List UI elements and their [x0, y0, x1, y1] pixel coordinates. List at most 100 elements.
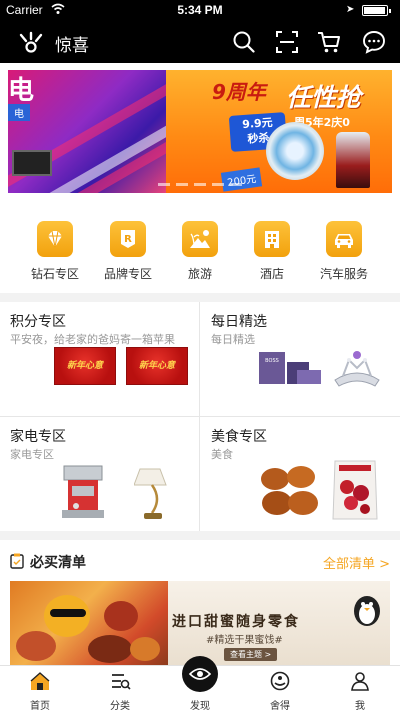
hotel-icon — [254, 221, 290, 257]
dried-fruit-image — [261, 466, 318, 515]
must-buy-section: 必买清单 全部清单 > 进口甜蜜随身零食 #精选干果蜜饯# 查看主题 > — [0, 540, 400, 665]
location-arrow-icon: ➤ — [346, 4, 355, 15]
tab-profile[interactable]: 我 — [320, 666, 400, 711]
zone-subtitle: 家电专区 — [10, 448, 54, 461]
banner-headline: 进口甜蜜随身零食 — [172, 614, 300, 630]
tv-image — [12, 150, 52, 176]
tab-home[interactable]: 首页 — [0, 666, 80, 711]
category-label: 品牌专区 — [103, 267, 152, 281]
promo-banner-section: 电 电 9周年 任性抢 周5年2庆0 9.9元 秒杀 200元 — [0, 63, 400, 201]
brand-text: BOSS — [265, 358, 279, 364]
carousel-dot[interactable] — [176, 183, 188, 186]
fruit-image — [88, 635, 132, 663]
clock: 5:34 PM — [177, 3, 223, 17]
message-icon[interactable] — [361, 29, 387, 55]
zone-daily-picks[interactable]: 每日精选 每日精选 BOSS — [201, 302, 400, 416]
discover-button — [182, 656, 218, 692]
category-travel[interactable]: 旅游 — [170, 221, 230, 282]
zone-title: 家电专区 — [10, 429, 66, 445]
fan-product-image — [266, 122, 324, 180]
tab-label: 首页 — [30, 701, 50, 711]
carousel-dot[interactable] — [212, 183, 224, 186]
category-brand[interactable]: R 品牌专区 — [98, 221, 158, 282]
zone-divider — [0, 416, 400, 417]
section-title: 必买清单 — [30, 555, 86, 571]
category-diamond[interactable]: 钻石专区 — [25, 221, 85, 282]
category-label: 钻石专区 — [30, 267, 79, 281]
anniversary-text: 9周年 — [212, 80, 266, 104]
towel-product-image: BOSS — [259, 352, 321, 384]
zone-points[interactable]: 积分专区 平安夜，给老家的爸妈寄一箱苹果 新年心意 新年心意 — [0, 302, 199, 416]
battery-icon — [362, 5, 391, 16]
carousel-dot[interactable] — [194, 183, 206, 186]
carousel-dot[interactable] — [230, 183, 242, 186]
promo-banner-carousel[interactable]: 电 电 9周年 任性抢 周5年2庆0 9.9元 秒杀 200元 — [8, 70, 392, 193]
carousel-dot[interactable] — [158, 183, 170, 186]
tab-label: 舍得 — [270, 701, 290, 711]
zone-title: 美食专区 — [211, 429, 267, 445]
zone-food[interactable]: 美食专区 美食 — [201, 417, 400, 531]
travel-icon — [182, 221, 218, 257]
app-logo-icon — [19, 31, 43, 53]
banner-slide-current: 9周年 任性抢 周5年2庆0 9.9元 秒杀 200元 — [166, 70, 392, 193]
zones-grid: 积分专区 平安夜，给老家的爸妈寄一箱苹果 新年心意 新年心意 每日精选 每日精选… — [0, 302, 400, 531]
category-hotel[interactable]: 酒店 — [242, 221, 302, 282]
top-nav-bar: 惊喜 — [0, 20, 400, 63]
tab-label: 发现 — [190, 701, 210, 711]
fruit-image — [130, 637, 160, 661]
scan-icon[interactable] — [274, 29, 300, 55]
banner-slide-previous: 电 电 — [8, 70, 215, 193]
penguin-mascot-image — [354, 596, 380, 626]
discover-icon — [189, 668, 211, 680]
view-theme-button[interactable]: 查看主题 > — [224, 648, 278, 661]
price-tag: 200元 — [220, 167, 263, 192]
tab-label: 我 — [355, 701, 365, 711]
category-label: 旅游 — [187, 267, 212, 281]
search-icon[interactable] — [231, 29, 257, 55]
page-title: 惊喜 — [55, 36, 89, 56]
zone-subtitle: 平安夜，给老家的爸妈寄一箱苹果 — [10, 333, 175, 346]
product-card-text: 新年心意 — [66, 361, 103, 371]
diamond-icon — [37, 221, 73, 257]
category-label: 汽车服务 — [319, 267, 368, 281]
profile-icon — [351, 672, 369, 691]
brand-icon: R — [110, 221, 146, 257]
fruit-image — [16, 631, 56, 661]
snacks-image — [10, 581, 168, 665]
juicer-product-image — [336, 132, 370, 188]
tab-discover[interactable]: 发现 — [160, 656, 240, 711]
zone-product-image: 新年心意 — [126, 347, 188, 385]
tiara-product-image — [334, 351, 380, 387]
zone-title: 积分专区 — [10, 314, 66, 330]
banner-left-tag: 电 — [8, 104, 30, 121]
sunglasses-image — [50, 609, 86, 617]
screen: Carrier 5:34 PM ➤ 惊喜 电 电 9周年 任性抢 周5年2庆0 … — [0, 0, 400, 711]
banner-subheadline: #精选干果蜜饯# — [206, 635, 283, 646]
zone-product-image: 新年心意 — [54, 347, 116, 385]
home-icon — [30, 672, 50, 690]
cart-icon[interactable] — [316, 29, 342, 55]
zone-subtitle: 每日精选 — [211, 333, 255, 346]
carousel-indicator — [8, 183, 392, 186]
status-bar: Carrier 5:34 PM ➤ — [0, 0, 400, 20]
banner-left-text: 电 — [8, 76, 35, 106]
fruit-image — [104, 601, 138, 631]
zone-appliances[interactable]: 家电专区 家电专区 — [0, 417, 199, 531]
tab-label: 分类 — [110, 701, 130, 711]
coffee-machine-image — [62, 465, 104, 518]
bottom-tab-bar: 首页 分类 发现 舍得 我 — [0, 656, 400, 711]
category-car[interactable]: 汽车服务 — [314, 221, 374, 282]
lamp-image — [134, 468, 167, 519]
must-buy-banner-text: 进口甜蜜随身零食 #精选干果蜜饯# 查看主题 > — [168, 581, 390, 665]
product-card-text: 新年心意 — [138, 361, 175, 371]
tab-shede[interactable]: 舍得 — [240, 666, 320, 711]
zone-title: 每日精选 — [211, 314, 267, 330]
shede-icon — [270, 671, 290, 691]
tab-category[interactable]: 分类 — [80, 666, 160, 711]
view-all-lists-link[interactable]: 全部清单 > — [323, 553, 390, 572]
category-label: 酒店 — [259, 267, 284, 281]
must-buy-banner[interactable]: 进口甜蜜随身零食 #精选干果蜜饯# 查看主题 > — [10, 581, 390, 665]
category-icon — [112, 674, 131, 690]
snack-bag-image — [332, 460, 378, 520]
clipboard-icon — [10, 553, 24, 569]
